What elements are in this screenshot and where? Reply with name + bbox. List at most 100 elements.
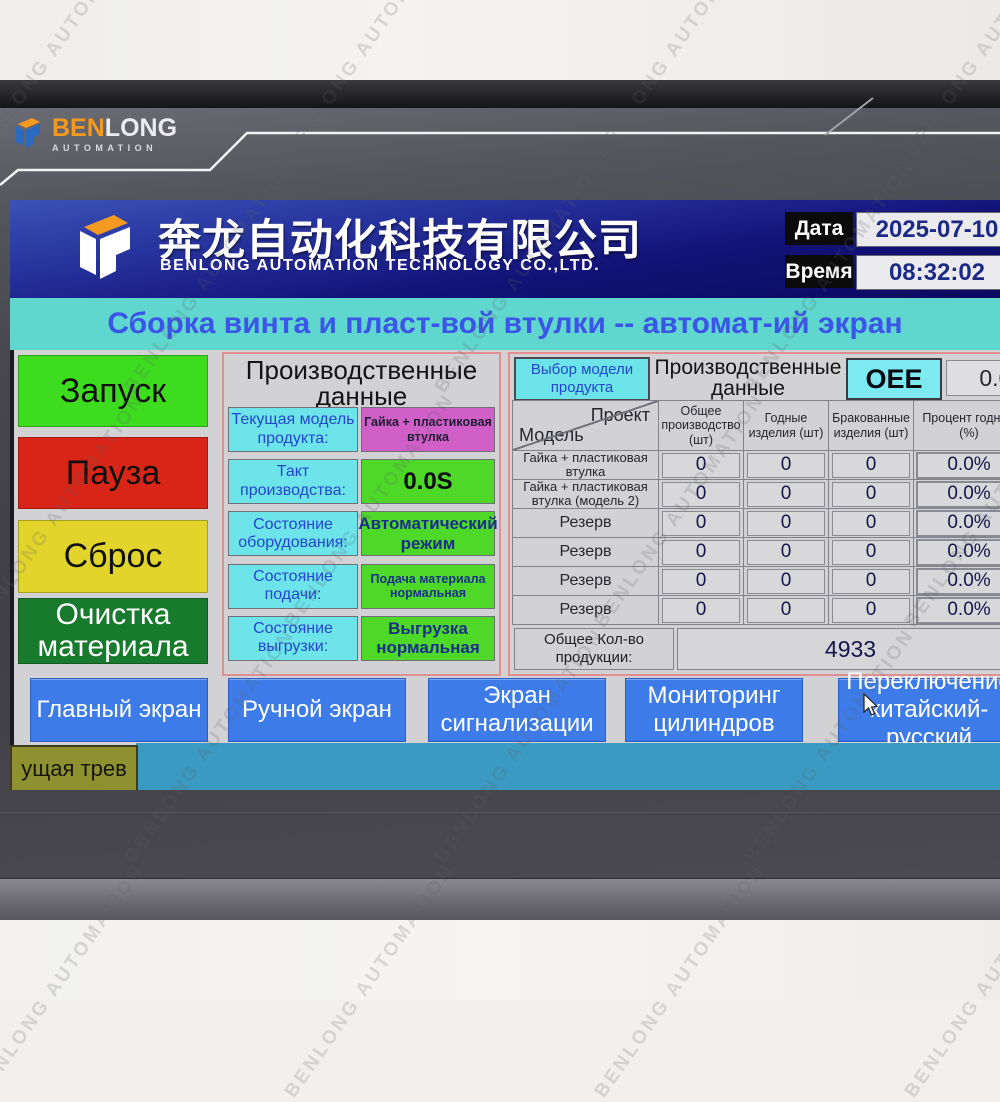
corner-model-label: Модель (519, 425, 584, 446)
table-value-box: 0 (747, 540, 825, 565)
table-column-header: Бракованные изделия (шт) (829, 401, 914, 451)
production-row-label: Такт производства: (228, 459, 358, 504)
table-model-cell: Гайка + пластиковая втулка (513, 451, 659, 480)
time-value: 08:32:02 (856, 255, 1000, 290)
background-bottom (0, 920, 1000, 1000)
production-row-value: Автоматический режим (361, 511, 495, 556)
table-value-cell: 0 (659, 451, 744, 480)
total-production-label: Общее Кол-во продукции: (514, 628, 674, 670)
table-value-cell: 0 (829, 538, 914, 567)
table-value-box: 0.0% (916, 481, 1000, 508)
table-column-header: Общее производство (шт) (659, 401, 744, 451)
table-value-cell: 0 (659, 509, 744, 538)
logo-text-automation: AUTOMATION (52, 144, 177, 153)
screen-header: 奔龙自动化科技有限公司 BENLONG AUTOMATION TECHNOLOG… (10, 200, 1000, 298)
table-value-box: 0 (662, 598, 740, 623)
nav-button-3[interactable]: Мониторинг цилиндров (625, 678, 803, 742)
table-model-cell: Гайка + пластиковая втулка (модель 2) (513, 480, 659, 509)
table-value-cell: 0 (744, 567, 829, 596)
corner-project-label: Проект (591, 405, 650, 426)
bezel-top-edge (0, 80, 1000, 108)
current-alarm-button[interactable]: ущая трев (10, 745, 138, 790)
table-value-box: 0 (832, 453, 910, 478)
production-panel-title: Производственные данные (224, 354, 499, 409)
nav-button-0[interactable]: Главный экран (30, 678, 208, 742)
table-value-cell: 0 (659, 538, 744, 567)
table-value-box: 0.0% (916, 539, 1000, 566)
benlong-cube-icon (10, 116, 46, 154)
table-value-cell: 0 (744, 451, 829, 480)
table-value-cell: 0 (659, 596, 744, 625)
oee-button[interactable]: OEE (846, 358, 942, 400)
left-button-0[interactable]: Запуск (18, 355, 208, 427)
table-value-cell: 0.0% (914, 509, 1000, 538)
table-value-cell: 0 (829, 451, 914, 480)
production-row-value: 0.0S (361, 459, 495, 504)
company-cube-icon (66, 209, 146, 289)
production-row-value: Подача материала нормальная (361, 564, 495, 609)
bezel-ridge (0, 812, 1000, 815)
table-value-box: 0 (832, 511, 910, 536)
table-value-box: 0 (747, 598, 825, 623)
table-value-box: 0 (747, 482, 825, 507)
table-value-box: 0 (662, 482, 740, 507)
bezel-bottom-edge (0, 878, 1000, 921)
table-model-cell: Резерв (513, 538, 659, 567)
nav-button-2[interactable]: Экран сигнализации (428, 678, 606, 742)
table-value-cell: 0 (829, 480, 914, 509)
production-table: Проект Модель Общее производство (шт)Год… (512, 400, 1000, 625)
table-value-box: 0 (662, 569, 740, 594)
production-row-value: Выгрузка нормальная (361, 616, 495, 661)
left-button-1[interactable]: Пауза (18, 437, 208, 509)
table-value-cell: 0.0% (914, 567, 1000, 596)
production-row-label: Состояние выгрузки: (228, 616, 358, 661)
table-value-box: 0.0% (916, 452, 1000, 479)
table-value-box: 0.0% (916, 510, 1000, 537)
table-corner-cell: Проект Модель (513, 401, 659, 451)
table-value-box: 0 (832, 540, 910, 565)
table-value-box: 0 (832, 598, 910, 623)
background-top (0, 0, 1000, 80)
table-value-cell: 0.0% (914, 480, 1000, 509)
table-value-cell: 0 (659, 480, 744, 509)
table-model-cell: Резерв (513, 596, 659, 625)
statistics-panel: Выбор модели продукта Производственные д… (508, 352, 1000, 676)
select-product-model-button[interactable]: Выбор модели продукта (514, 357, 650, 401)
table-value-box: 0 (747, 511, 825, 536)
mouse-cursor (862, 693, 886, 719)
table-column-header: Годные изделия (шт) (744, 401, 829, 451)
table-value-box: 0 (662, 453, 740, 478)
table-value-cell: 0 (744, 596, 829, 625)
nav-button-1[interactable]: Ручной экран (228, 678, 406, 742)
table-value-cell: 0 (744, 480, 829, 509)
date-value: 2025-07-10 (856, 212, 1000, 247)
company-name-english: BENLONG AUTOMATION TECHNOLOGY CO.,LTD. (160, 257, 600, 275)
table-value-cell: 0.0% (914, 538, 1000, 567)
left-button-3[interactable]: Очистка материала (18, 598, 208, 664)
table-value-box: 0 (832, 482, 910, 507)
table-value-cell: 0.0% (914, 596, 1000, 625)
logo-text-ben: BEN (52, 114, 105, 142)
logo-text-long: LONG (105, 114, 177, 142)
table-value-box: 0 (747, 453, 825, 478)
table-value-cell: 0 (744, 509, 829, 538)
alarm-message-strip (136, 743, 1000, 790)
table-value-box: 0 (832, 569, 910, 594)
date-label: Дата (785, 212, 853, 245)
production-data-panel: Производственные данные Текущая модель п… (222, 352, 501, 676)
production-row-label: Текущая модель продукта: (228, 407, 358, 452)
table-value-box: 0 (662, 511, 740, 536)
table-value-cell: 0 (829, 509, 914, 538)
table-value-box: 0.0% (916, 597, 1000, 624)
table-model-cell: Резерв (513, 567, 659, 596)
left-button-2[interactable]: Сброс (18, 520, 208, 593)
production-row-value: Гайка + пластиковая втулка (361, 407, 495, 452)
total-production-value: 4933 (677, 628, 1000, 670)
statistics-panel-title: Производственные данные (652, 355, 844, 399)
table-value-box: 0.0% (916, 568, 1000, 595)
table-value-cell: 0.0% (914, 451, 1000, 480)
table-value-cell: 0 (744, 538, 829, 567)
production-row-label: Состояние подачи: (228, 564, 358, 609)
table-value-cell: 0 (829, 596, 914, 625)
table-value-box: 0 (747, 569, 825, 594)
